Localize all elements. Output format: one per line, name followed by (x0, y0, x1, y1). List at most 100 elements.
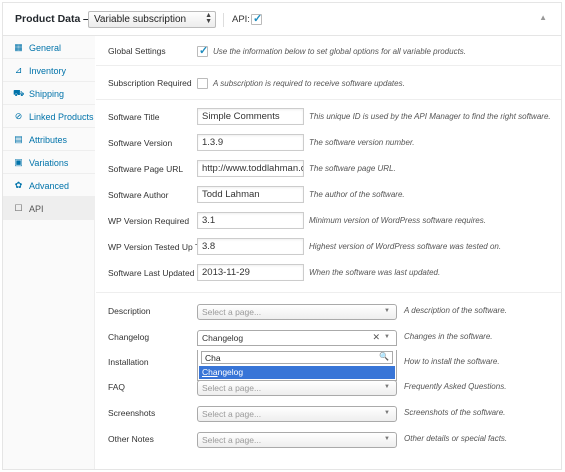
api-settings: Global Settings ✓ Use the information be… (96, 36, 561, 469)
global-settings-checkbox[interactable]: ✓ (197, 45, 209, 57)
tab-variations[interactable]: ▣ Variations (3, 151, 95, 174)
tab-label: Inventory (29, 66, 67, 76)
screenshots-page-note: Screenshots of the software. (404, 408, 506, 417)
clear-icon[interactable]: ✕ (372, 332, 380, 343)
calendar-icon: ▣ (14, 157, 23, 167)
description-label: Description (108, 306, 151, 316)
tab-inventory[interactable]: ⊿ Inventory (3, 59, 95, 82)
changelog-dropdown: Cha 🔍 Changelog (197, 350, 397, 381)
field-label: Software Last Updated (108, 268, 195, 278)
select-value: Select a page... (202, 409, 262, 419)
product-type-value: Variable subscription (94, 14, 187, 25)
product-type-select[interactable]: Variable subscription ▲ ▼ (88, 11, 216, 28)
tab-linked-products[interactable]: ⊘ Linked Products (3, 105, 95, 128)
triangle-up-icon[interactable]: ▲ (539, 13, 547, 22)
software-page-url-row: Software Page URL http://www.toddlahman.… (96, 158, 561, 182)
screenshots-label: Screenshots (108, 408, 156, 418)
field-label: Software Title (108, 112, 160, 122)
caret-down-icon: ▼ (384, 410, 390, 416)
field-description: Highest version of WordPress software wa… (309, 242, 502, 251)
changelog-label: Changelog (108, 332, 150, 342)
field-description: The software version number. (309, 138, 415, 147)
software-author-input[interactable]: Todd Lahman (197, 186, 304, 203)
wp-version-tested-input[interactable]: 3.8 (197, 238, 304, 255)
faq-page-select[interactable]: Select a page... ▼ (197, 380, 397, 396)
tab-label: API (29, 204, 44, 214)
global-settings-section: Global Settings ✓ Use the information be… (96, 36, 561, 66)
select-value: Select a page... (202, 435, 262, 445)
list-icon: ▤ (14, 134, 23, 144)
faq-label: FAQ (108, 382, 126, 392)
panel-title: Product Data — (15, 13, 94, 25)
other-notes-page-select[interactable]: Select a page... ▼ (197, 432, 397, 448)
field-description: Minimum version of WordPress software re… (309, 216, 486, 225)
option-rest-text: ngelog (217, 367, 244, 377)
tab-label: General (29, 43, 62, 53)
caret-down-icon: ▼ (384, 436, 390, 442)
software-page-url-input[interactable]: http://www.toddlahman.co (197, 160, 304, 177)
wp-version-tested-row: WP Version Tested Up To 3.8 Highest vers… (96, 236, 561, 260)
subscription-required-checkbox[interactable] (197, 78, 208, 89)
field-label: Software Author (108, 190, 169, 200)
wp-version-required-row: WP Version Required 3.1 Minimum version … (96, 210, 561, 234)
software-author-row: Software Author Todd Lahman The author o… (96, 184, 561, 208)
tab-attributes[interactable]: ▤ Attributes (3, 128, 95, 151)
panel-header: Product Data — Variable subscription ▲ ▼ … (3, 3, 561, 36)
tab-advanced[interactable]: ✿ Advanced (3, 174, 95, 197)
other-notes-label: Other Notes (108, 434, 154, 444)
software-version-row: Software Version 1.3.9 The software vers… (96, 132, 561, 156)
changelog-page-select[interactable]: Changelog ✕ ▼ (197, 330, 397, 346)
select-arrows-icon: ▲ ▼ (205, 12, 212, 25)
caret-down-icon: ▼ (384, 334, 390, 340)
tab-shipping[interactable]: ⛟ Shipping (3, 82, 95, 105)
tab-label: Variations (29, 158, 69, 168)
gear-icon: ✿ (14, 180, 23, 190)
description-page-note: A description of the software. (404, 306, 507, 315)
page-selects-section: Description Select a page... ▼ A descrip… (96, 293, 561, 469)
global-settings-label: Global Settings (108, 46, 166, 56)
truck-icon: ⛟ (13, 88, 25, 98)
select-value: Select a page... (202, 383, 262, 393)
screenshots-page-select[interactable]: Select a page... ▼ (197, 406, 397, 422)
document-icon: ☐ (14, 203, 23, 213)
software-fields-section: Software Title Simple Comments This uniq… (96, 100, 561, 293)
link-icon: ⊘ (14, 111, 23, 121)
field-description: This unique ID is used by the API Manage… (309, 112, 551, 121)
software-title-input[interactable]: Simple Comments (197, 108, 304, 125)
description-page-select[interactable]: Select a page... ▼ (197, 304, 397, 320)
chart-icon: ⊿ (14, 65, 23, 75)
faq-page-note: Frequently Asked Questions. (404, 382, 507, 391)
grid-icon: ▦ (14, 42, 23, 52)
changelog-page-note: Changes in the software. (404, 332, 493, 341)
field-description: The software page URL. (309, 164, 396, 173)
checkmark-icon: ✓ (253, 13, 263, 25)
other-notes-page-note: Other details or special facts. (404, 434, 508, 443)
software-last-updated-input[interactable]: 2013-11-29 (197, 264, 304, 281)
tab-general[interactable]: ▦ General (3, 36, 95, 59)
api-label: API: (232, 14, 250, 25)
search-icon: 🔍 (379, 352, 389, 361)
select-value: Select a page... (202, 307, 262, 317)
api-checkbox[interactable]: ✓ (251, 13, 263, 25)
option-match-text: Cha (202, 367, 218, 377)
header-divider (223, 13, 224, 27)
wp-version-required-input[interactable]: 3.1 (197, 212, 304, 229)
tab-api[interactable]: ☐ API (3, 197, 95, 220)
dropdown-search-input[interactable]: Cha 🔍 (201, 351, 393, 364)
dropdown-search-value: Cha (205, 353, 221, 363)
installation-page-note: How to install the software. (404, 357, 500, 366)
tab-label: Advanced (29, 181, 70, 191)
subscription-required-label: Subscription Required (108, 78, 192, 88)
dropdown-option-changelog[interactable]: Changelog (199, 366, 395, 379)
software-version-input[interactable]: 1.3.9 (197, 134, 304, 151)
product-data-panel: Product Data — Variable subscription ▲ ▼ … (2, 2, 562, 470)
software-last-updated-row: Software Last Updated 2013-11-29 When th… (96, 262, 561, 286)
select-value: Changelog (202, 333, 244, 343)
checkmark-icon: ✓ (199, 45, 209, 57)
tab-label: Shipping (29, 89, 65, 99)
product-tabs: ▦ General ⊿ Inventory ⛟ Shipping ⊘ Linke… (3, 36, 95, 469)
tab-label: Attributes (29, 135, 68, 145)
field-label: Software Version (108, 138, 173, 148)
caret-down-icon: ▼ (384, 384, 390, 390)
software-title-row: Software Title Simple Comments This uniq… (96, 106, 561, 130)
